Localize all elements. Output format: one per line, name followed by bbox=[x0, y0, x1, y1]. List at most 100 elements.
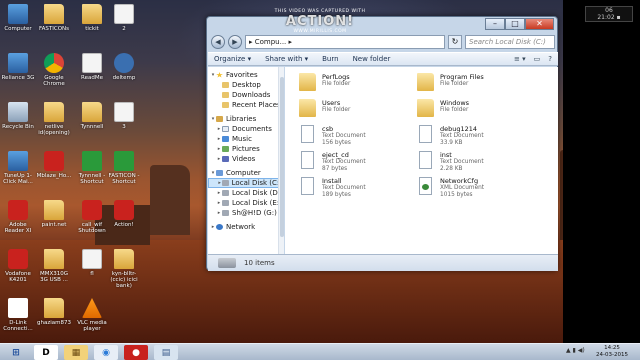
nav-item[interactable]: Recent Places bbox=[208, 100, 283, 110]
file-item[interactable]: eject_cd Text Document 87 bytes bbox=[299, 151, 419, 175]
desktop-icon[interactable]: Mblaze_Ho... bbox=[36, 151, 72, 179]
desktop-icon[interactable]: Reliance 3G bbox=[0, 53, 36, 81]
nav-item[interactable]: ▸ Local Disk (E:) bbox=[208, 198, 283, 208]
change-view-button[interactable]: ≡ ▾ bbox=[514, 55, 526, 63]
new-folder-button[interactable]: New folder bbox=[353, 55, 391, 63]
desktop-icon[interactable]: call_wif Shutdown bbox=[74, 200, 110, 234]
taskbar-action[interactable]: ● bbox=[124, 345, 148, 360]
desktop-icon-label: Google Chrome bbox=[43, 75, 65, 87]
tuneup-icon bbox=[8, 151, 28, 171]
start-button[interactable]: ⊞ bbox=[4, 345, 28, 360]
desktop-icon[interactable]: VLC media player bbox=[74, 298, 110, 332]
screen-border bbox=[563, 0, 640, 343]
file-text: PerfLogs File folder bbox=[322, 73, 350, 88]
desktop-icon[interactable]: FASTICONs bbox=[36, 4, 72, 32]
desktop-icon[interactable]: deltemp bbox=[106, 53, 142, 81]
desktop-icon[interactable]: D-Link Connecti... bbox=[0, 298, 36, 332]
share-with-button[interactable]: Share with ▾ bbox=[265, 55, 308, 63]
refresh-button[interactable]: ↻ bbox=[448, 35, 462, 49]
desktop-icon[interactable]: 2 bbox=[106, 4, 142, 32]
file-item[interactable]: Users File folder bbox=[299, 99, 419, 123]
desktop-icon[interactable]: MMX310G 3G USB ... bbox=[36, 249, 72, 283]
desktop-icon[interactable]: tickit bbox=[74, 4, 110, 32]
nav-item[interactable]: ▸ Pictures bbox=[208, 144, 283, 154]
desktop-icon[interactable]: Tynnnell - Shortcut bbox=[74, 151, 110, 185]
desktop-icon[interactable]: ReadMe bbox=[74, 53, 110, 81]
forward-button[interactable]: ▶ bbox=[228, 35, 242, 49]
organize-button[interactable]: Organize ▾ bbox=[214, 55, 251, 63]
details-pane: 10 items bbox=[208, 254, 558, 271]
burn-button[interactable]: Burn bbox=[322, 55, 338, 63]
taskbar-app[interactable]: ▤ bbox=[154, 345, 178, 360]
file-item[interactable]: csb Text Document 156 bytes bbox=[299, 125, 419, 149]
file-item[interactable]: debug1214 Text Document 33.9 KB bbox=[417, 125, 537, 149]
taskbar-dlink[interactable]: D bbox=[34, 345, 58, 360]
nav-item[interactable]: ▾ Libraries bbox=[208, 114, 283, 124]
back-button[interactable]: ◀ bbox=[211, 35, 225, 49]
desktop-icon[interactable]: kyn-blltr-(ccic) icici bank) bbox=[106, 249, 142, 289]
nav-item[interactable]: ▸ Local Disk (C:) bbox=[208, 178, 283, 188]
scrollbar-thumb[interactable] bbox=[280, 77, 284, 237]
adobe-reader-icon bbox=[8, 200, 28, 220]
taskbar-chrome[interactable]: ◉ bbox=[94, 345, 118, 360]
file-item[interactable]: Windows File folder bbox=[417, 99, 537, 123]
desktop-icon[interactable]: ghaziam873 bbox=[36, 298, 72, 326]
search-input[interactable]: Search Local Disk (C:) bbox=[465, 35, 555, 49]
nav-item[interactable]: ▾ Favorites bbox=[208, 70, 283, 80]
folder-icon bbox=[44, 4, 64, 24]
text-file-icon bbox=[419, 125, 432, 143]
recycle-bin-icon bbox=[8, 102, 28, 122]
nav-item[interactable]: ▸ Videos bbox=[208, 154, 283, 164]
title-bar[interactable]: – □ ✕ bbox=[207, 17, 557, 32]
folder-icon bbox=[114, 249, 134, 269]
file-item[interactable]: NetworkCfg XML Document 1015 bytes bbox=[417, 177, 537, 201]
help-button[interactable]: ? bbox=[548, 55, 552, 63]
tray-time: 14:25 bbox=[604, 345, 620, 351]
close-button[interactable]: ✕ bbox=[525, 18, 554, 30]
nav-item[interactable]: ▸ Network bbox=[208, 222, 283, 232]
tray-clock[interactable]: 14:25 24-03-2015 bbox=[596, 345, 628, 359]
file-item[interactable]: Install Text Document 189 bytes bbox=[299, 177, 419, 201]
nav-item[interactable]: ▸ Music bbox=[208, 134, 283, 144]
nav-item[interactable]: ▸ Sh@H!D (G:) bbox=[208, 208, 283, 218]
nav-item[interactable]: ▸ Local Disk (D:) bbox=[208, 188, 283, 198]
disk-icon bbox=[222, 210, 229, 216]
desktop-icon[interactable]: FASTICON - Shortcut bbox=[106, 151, 142, 185]
desktop-icon-label: Vodafone K4201 bbox=[5, 271, 31, 283]
desktop-icon[interactable]: Vodafone K4201 bbox=[0, 249, 36, 283]
taskbar-explorer[interactable]: ▦ bbox=[64, 345, 88, 360]
desktop-icon[interactable]: fl bbox=[74, 249, 110, 277]
file-type: File folder bbox=[440, 107, 469, 113]
preview-pane-button[interactable]: ▭ bbox=[534, 55, 541, 63]
desktop-icon[interactable]: Tynnnell bbox=[74, 102, 110, 130]
file-item[interactable]: Program Files File folder bbox=[417, 73, 537, 97]
desktop-icon[interactable]: Adobe Reader XI bbox=[0, 200, 36, 234]
maximize-button[interactable]: □ bbox=[505, 18, 525, 30]
file-item[interactable]: PerfLogs File folder bbox=[299, 73, 419, 97]
desktop-icon[interactable]: Recycle Bin bbox=[0, 102, 36, 130]
disk-icon bbox=[222, 180, 229, 186]
navigation-tree: ▾ Favorites Desktop Downloads Recent Places ▾… bbox=[208, 70, 283, 232]
nav-item-label: Computer bbox=[226, 169, 261, 177]
system-tray-icons[interactable]: ▲ ▮ ◀) bbox=[566, 347, 585, 354]
nav-item[interactable]: Downloads bbox=[208, 90, 283, 100]
minimize-button[interactable]: – bbox=[485, 18, 505, 30]
nav-item[interactable]: Desktop bbox=[208, 80, 283, 90]
file-size: 156 bytes bbox=[322, 140, 351, 146]
nav-item[interactable]: ▾ Computer bbox=[208, 168, 283, 178]
desktop-icon[interactable]: netlive id(opening) bbox=[36, 102, 72, 136]
file-item[interactable]: inst Text Document 2.28 KB bbox=[417, 151, 537, 175]
desktop-icon[interactable]: Google Chrome bbox=[36, 53, 72, 87]
desktop-icon[interactable]: Computer bbox=[0, 4, 36, 32]
desktop-icon[interactable]: TuneUp 1-Click Mai... bbox=[0, 151, 36, 185]
folder-icon bbox=[44, 298, 64, 318]
expand-arrow-icon[interactable]: ▾ bbox=[210, 72, 216, 78]
desktop-icon[interactable]: 3 bbox=[106, 102, 142, 130]
navigation-scrollbar[interactable] bbox=[278, 67, 284, 254]
file-text: Program Files File folder bbox=[440, 73, 484, 88]
chrome-icon bbox=[44, 53, 64, 73]
desktop-icon[interactable]: paint.net bbox=[36, 200, 72, 228]
nav-item[interactable]: ▸ Documents bbox=[208, 124, 283, 134]
desktop-icon-label: 3 bbox=[122, 124, 126, 130]
desktop-icon[interactable]: Action! bbox=[106, 200, 142, 228]
